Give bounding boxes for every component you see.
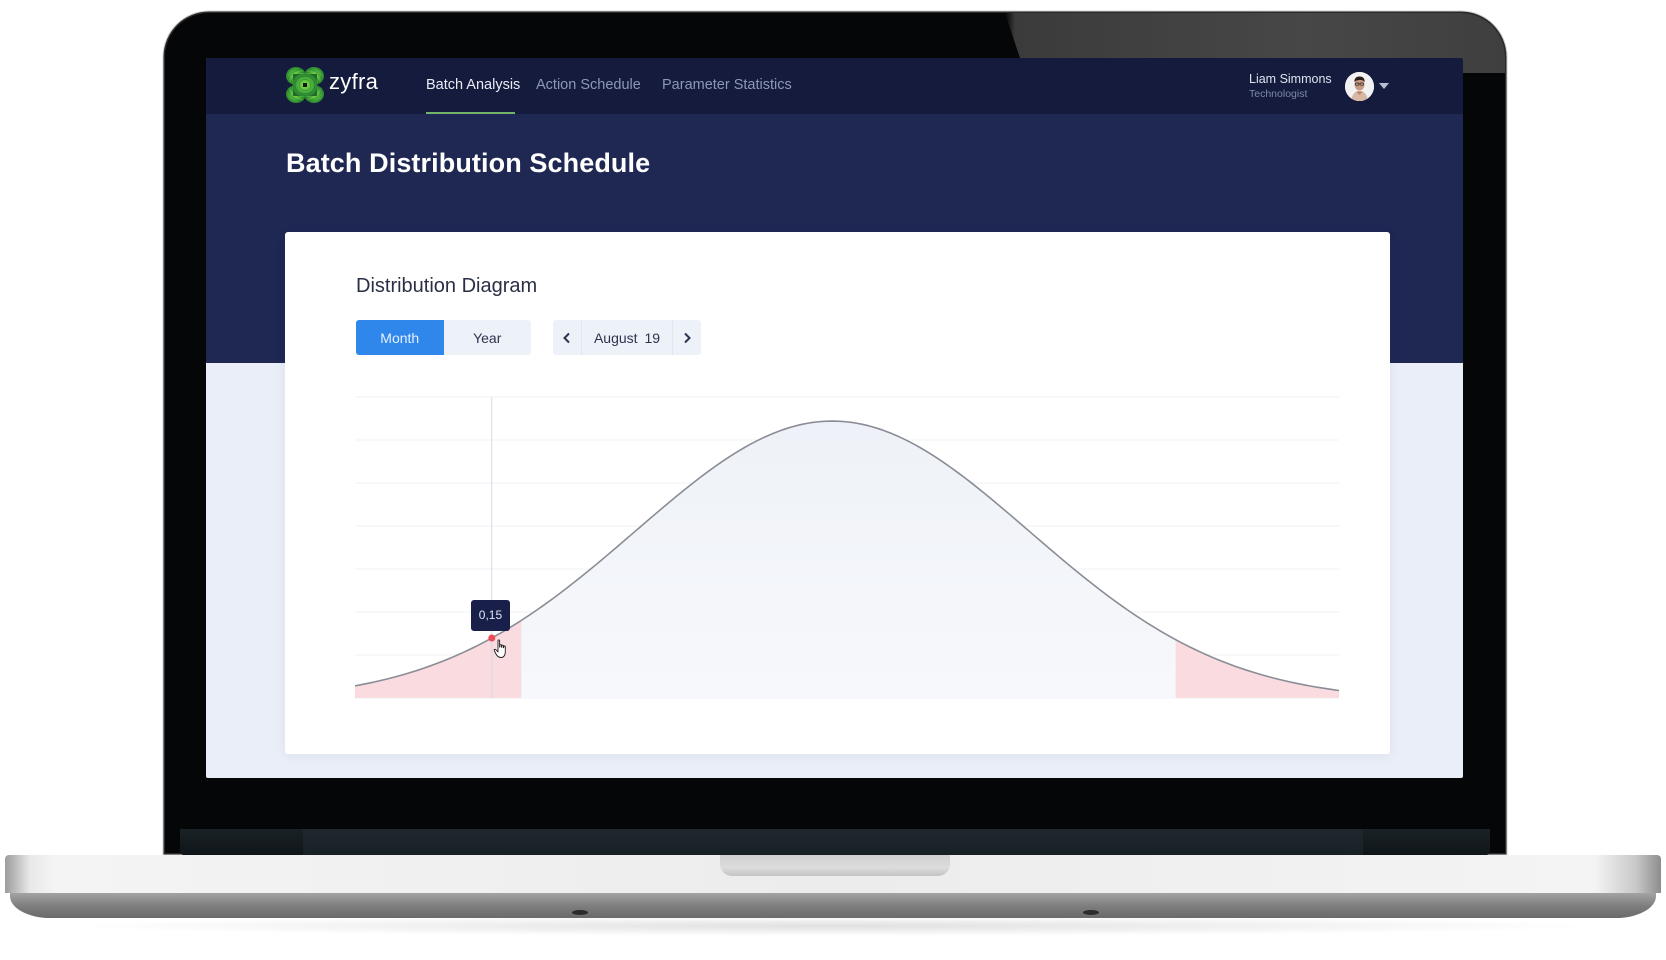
clover-logo-icon[interactable] — [285, 66, 325, 104]
hand-pointer-icon — [493, 639, 506, 658]
laptop-base-lower — [10, 892, 1656, 918]
highlight-region — [1175, 639, 1339, 698]
user-avatar[interactable] — [1345, 72, 1374, 101]
person-avatar-icon — [1345, 72, 1374, 101]
laptop-foot — [1083, 910, 1099, 915]
active-tab-indicator — [426, 112, 515, 114]
distribution-chart[interactable] — [285, 232, 1390, 754]
nav-tab-action-schedule[interactable]: Action Schedule — [536, 77, 641, 93]
laptop-shadow — [60, 916, 1606, 936]
nav-tab-parameter-statistics[interactable]: Parameter Statistics — [662, 77, 792, 93]
top-navbar: zyfra Batch Analysis Action Schedule Par… — [206, 58, 1463, 114]
app-screen: zyfra Batch Analysis Action Schedule Par… — [206, 58, 1463, 778]
chevron-down-icon[interactable] — [1379, 83, 1389, 89]
page-title: Batch Distribution Schedule — [286, 148, 651, 178]
brand-name: zyfra — [329, 69, 379, 94]
distribution-card: Distribution Diagram Month Year August 1… — [285, 232, 1390, 754]
user-name: Liam Simmons — [1249, 72, 1332, 86]
laptop-notch — [720, 855, 950, 876]
laptop-foot — [572, 910, 588, 915]
hover-tooltip: 0,15 — [470, 600, 511, 632]
highlight-region — [355, 620, 522, 698]
laptop-hinge-inner — [303, 829, 1363, 856]
user-role: Technologist — [1249, 88, 1308, 100]
nav-tab-batch-analysis[interactable]: Batch Analysis — [426, 77, 520, 93]
